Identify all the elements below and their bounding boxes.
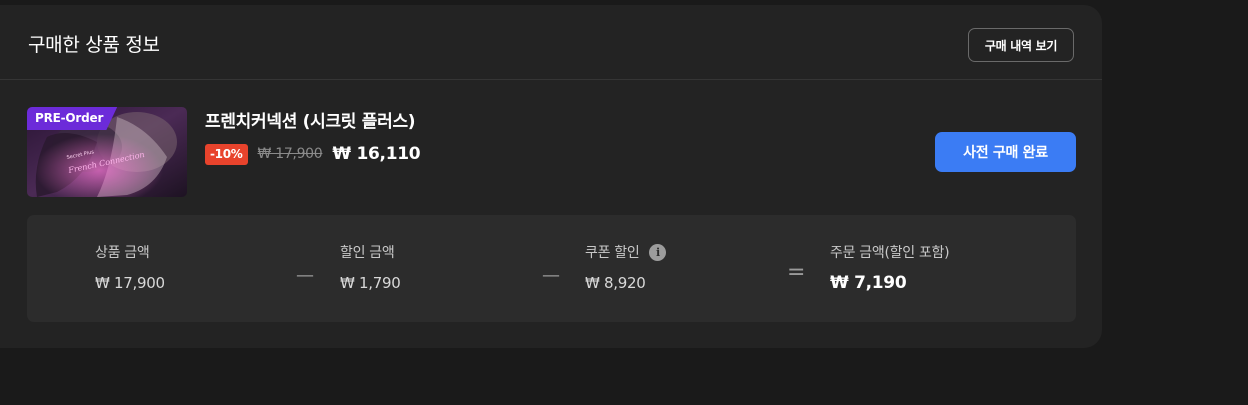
product-thumbnail[interactable]: French Connection Secret Plus PRE-Order — [27, 107, 187, 197]
order-total-value: ₩ 7,190 — [830, 273, 907, 293]
product-amount-label: 상품 금액 — [95, 245, 150, 261]
card-title: 구매한 상품 정보 — [28, 34, 160, 56]
card-header: 구매한 상품 정보 구매 내역 보기 — [0, 5, 1102, 80]
info-icon[interactable]: i — [649, 243, 667, 261]
minus-operator: — — [296, 265, 314, 286]
discount-badge: -10% — [205, 143, 248, 165]
minus-operator: — — [542, 265, 560, 286]
price-row: -10% ₩ 17,900 ₩ 16,110 — [205, 142, 421, 166]
order-total-label: 주문 금액(할인 포함) — [830, 245, 950, 261]
product-name[interactable]: 프렌치커넥션 (시크릿 플러스) — [205, 110, 416, 134]
final-price: ₩ 16,110 — [332, 144, 421, 164]
purchase-history-button[interactable]: 구매 내역 보기 — [968, 28, 1074, 62]
equals-operator: = — [787, 260, 806, 285]
discount-amount-label: 할인 금액 — [340, 245, 395, 261]
product-amount-value: ₩ 17,900 — [95, 274, 165, 292]
price-summary: 상품 금액 ₩ 17,900 — 할인 금액 ₩ 1,790 — 쿠폰 할인 i… — [27, 215, 1076, 322]
purchased-product-card: 구매한 상품 정보 구매 내역 보기 French Connection Sec… — [0, 5, 1102, 348]
preorder-complete-button[interactable]: 사전 구매 완료 — [935, 132, 1076, 172]
coupon-discount-label-text: 쿠폰 할인 — [585, 245, 640, 261]
original-price: ₩ 17,900 — [257, 146, 323, 162]
coupon-discount-label: 쿠폰 할인 i — [585, 242, 667, 262]
discount-amount-value: ₩ 1,790 — [340, 274, 401, 292]
preorder-badge: PRE-Order — [27, 107, 118, 130]
coupon-discount-value: ₩ 8,920 — [585, 274, 646, 292]
